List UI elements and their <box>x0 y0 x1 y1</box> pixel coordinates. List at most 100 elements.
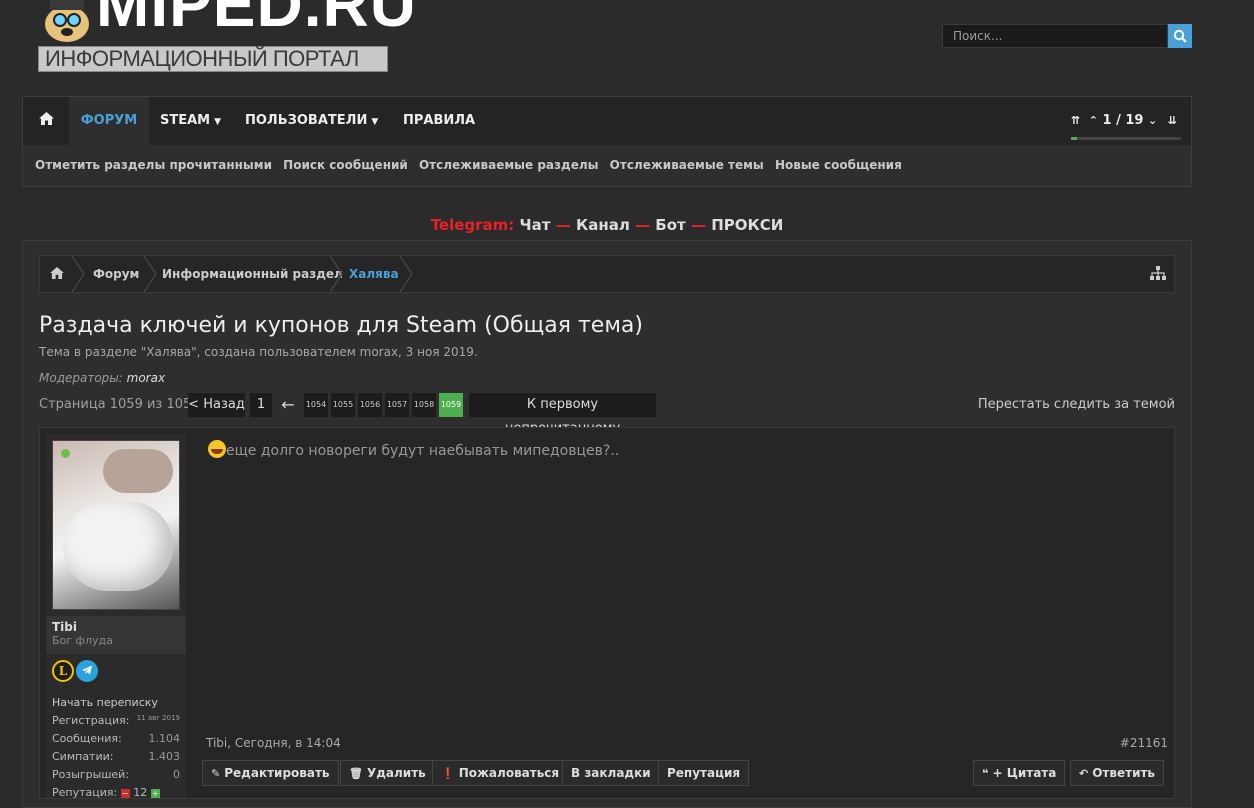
search-input[interactable] <box>942 24 1168 48</box>
stat-label: Симпатии: <box>52 750 114 763</box>
prev-page-button[interactable]: < Назад <box>188 393 245 417</box>
nav-home[interactable] <box>23 97 69 145</box>
subnav-mark-read[interactable]: Отметить разделы прочитанными <box>35 158 272 172</box>
stat-giveaways: Розыгрышей: 0 <box>52 766 180 784</box>
breadcrumb-separator <box>330 256 343 292</box>
stat-value: 11 авг 2019 <box>136 714 180 722</box>
page-link[interactable]: 1058 <box>412 393 436 417</box>
page-link[interactable]: 1054 <box>304 393 328 417</box>
stat-label: Регистрация: <box>52 714 130 727</box>
report-label: Пожаловаться <box>458 766 560 780</box>
page-link[interactable]: 1057 <box>385 393 409 417</box>
moderator-link[interactable]: morax <box>127 371 165 385</box>
avatar[interactable] <box>52 440 180 610</box>
telegram-proxy-link[interactable]: ПРОКСИ <box>711 216 783 234</box>
nav-rules[interactable]: ПРАВИЛА <box>403 97 475 145</box>
username[interactable]: Tibi <box>52 620 180 634</box>
trash-icon: 🗑 <box>349 767 363 780</box>
subnav-new-posts[interactable]: Новые сообщения <box>775 158 902 172</box>
page-link[interactable]: 1056 <box>358 393 382 417</box>
stat-likes: Симпатии: 1.403 <box>52 748 180 766</box>
report-button[interactable]: ❗ Пожаловаться <box>432 760 569 786</box>
laughing-smiley-icon <box>208 440 226 458</box>
separator: — <box>690 216 706 234</box>
double-down-icon[interactable]: ⇊ <box>1168 114 1177 127</box>
stat-label: Розыгрышей: <box>52 768 130 781</box>
page-link-first[interactable]: 1 <box>250 393 272 417</box>
nav-users-label: ПОЛЬЗОВАТЕЛИ <box>245 113 368 128</box>
search-button[interactable] <box>1168 24 1192 48</box>
subnav-search-posts[interactable]: Поиск сообщений <box>283 158 408 172</box>
stat-value: 1.104 <box>148 732 181 745</box>
page-title: Раздача ключей и купонов для Steam (Обща… <box>39 313 643 338</box>
logo-text: MIPED.RU <box>96 0 417 40</box>
unwatch-thread-link[interactable]: Перестать следить за темой <box>978 397 1175 412</box>
post-author-panel: Tibi Бог флуда L Начать переписку Регист… <box>46 434 186 799</box>
stat-messages: Сообщения: 1.104 <box>52 730 180 748</box>
skip-back-icon[interactable]: ← <box>277 393 299 417</box>
telegram-bot-link[interactable]: Бот <box>655 216 685 234</box>
delete-button[interactable]: 🗑 Удалить <box>340 760 435 786</box>
logo-subtitle: ИНФОРМАЦИОННЫЙ ПОРТАЛ <box>38 46 388 72</box>
bookmark-button[interactable]: В закладки <box>562 760 660 786</box>
moderators-label: Модераторы: <box>39 371 123 385</box>
rep-minus-icon[interactable]: − <box>120 788 130 798</box>
edit-button[interactable]: ✎ Редактировать <box>202 760 339 786</box>
bookmark-label: В закладки <box>571 766 651 780</box>
pencil-icon: ✎ <box>211 767 221 780</box>
nav-users[interactable]: ПОЛЬЗОВАТЕЛИ ▼ <box>245 97 378 145</box>
stat-value: 1.403 <box>148 750 181 763</box>
rep-plus-icon[interactable]: + <box>150 788 160 798</box>
telegram-channel-link[interactable]: Канал <box>576 216 630 234</box>
page-link[interactable]: 1055 <box>331 393 355 417</box>
sitemap-button[interactable] <box>1150 256 1166 292</box>
quote-button[interactable]: ❝ + Цитата <box>973 760 1066 786</box>
sitemap-icon <box>1150 266 1166 280</box>
breadcrumb-forum[interactable]: Форум <box>93 256 139 292</box>
caret-down-icon: ▼ <box>214 117 222 127</box>
nav-steam[interactable]: STEAM ▼ <box>160 97 221 145</box>
up-icon[interactable]: ⌃ <box>1089 114 1098 127</box>
caret-down-icon: ▼ <box>371 117 379 127</box>
subnav-watched-forums[interactable]: Отслеживаемые разделы <box>419 158 598 172</box>
main-content: Форум Информационный раздел Халява Разда… <box>22 240 1192 808</box>
breadcrumb-freebies[interactable]: Халява <box>349 256 399 292</box>
post: Tibi Бог флуда L Начать переписку Регист… <box>39 427 1175 799</box>
reply-button[interactable]: ↶ Ответить <box>1070 760 1165 786</box>
breadcrumb-home[interactable] <box>50 256 64 292</box>
telegram-banner: Telegram: Чат — Канал — Бот — ПРОКСИ <box>0 216 1214 234</box>
main-navigation: ФОРУМ STEAM ▼ ПОЛЬЗОВАТЕЛИ ▼ ПРАВИЛА ⇈ ⌃ 1… <box>22 96 1192 187</box>
down-icon[interactable]: ⌄ <box>1148 114 1157 127</box>
telegram-chat-link[interactable]: Чат <box>520 216 551 234</box>
search-icon <box>1173 29 1187 43</box>
delete-label: Удалить <box>366 766 426 780</box>
telegram-icon[interactable] <box>76 660 98 682</box>
user-title: Бог флуда <box>52 634 113 647</box>
lolz-badge-icon[interactable]: L <box>52 660 74 682</box>
page-counter: 1 / 19 <box>1102 113 1144 128</box>
nav-steam-label: STEAM <box>160 113 211 128</box>
page-link-current[interactable]: 1059 <box>439 393 463 417</box>
home-icon <box>50 267 64 279</box>
reputation-button[interactable]: Репутация <box>658 760 750 786</box>
separator: — <box>635 216 651 234</box>
separator: — <box>555 216 571 234</box>
post-permalink[interactable]: #21161 <box>1120 736 1168 750</box>
post-meta[interactable]: Tibi, Сегодня, в 14:04 <box>206 736 341 750</box>
first-unread-button[interactable]: К первому непрочитанному <box>469 393 656 436</box>
quote-icon: ❝ <box>982 767 989 780</box>
stat-value: 0 <box>173 768 180 781</box>
online-indicator-icon <box>61 449 70 458</box>
stat-label: Репутация: <box>52 786 118 799</box>
breadcrumb-info-section[interactable]: Информационный раздел <box>162 256 343 292</box>
nav-tabs: ФОРУМ STEAM ▼ ПОЛЬЗОВАТЕЛИ ▼ ПРАВИЛА ⇈ ⌃ 1… <box>23 97 1191 145</box>
stat-label: Сообщения: <box>52 732 122 745</box>
moderators: Модераторы: morax <box>39 371 165 385</box>
site-logo[interactable]: MIPED.RU ИНФОРМАЦИОННЫЙ ПОРТАЛ <box>38 0 416 74</box>
breadcrumb-separator <box>72 256 85 292</box>
stat-registration: Регистрация: 11 авг 2019 <box>52 712 180 730</box>
reply-label: Ответить <box>1092 766 1156 780</box>
subnav-watched-threads[interactable]: Отслеживаемые темы <box>610 158 764 172</box>
nav-forum[interactable]: ФОРУМ <box>69 97 149 145</box>
double-up-icon[interactable]: ⇈ <box>1071 114 1080 127</box>
